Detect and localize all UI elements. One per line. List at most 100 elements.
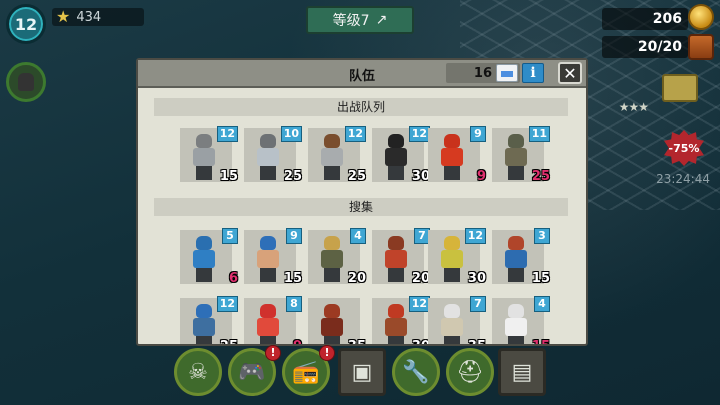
tools-icon: 🔧 — [402, 359, 430, 385]
unit-count: 9 — [293, 339, 302, 344]
unit-card[interactable]: 89 — [244, 296, 302, 344]
unit-count: 35 — [348, 339, 366, 344]
survivor-sprite-icon — [190, 132, 218, 180]
unit-level-badge: 5 — [222, 228, 238, 244]
survivor-sprite-icon — [254, 234, 282, 282]
unit-level-badge: 9 — [470, 126, 486, 142]
unit-count: 15 — [283, 271, 302, 286]
unit-card[interactable]: 7 35 — [428, 296, 486, 344]
xp-bar: ★ 434 — [52, 8, 144, 26]
close-button[interactable]: ✕ — [558, 62, 582, 84]
unit-level-badge: 12 — [216, 126, 238, 142]
survivor-sprite-icon — [254, 302, 282, 344]
unit-count: 30 — [467, 271, 486, 286]
coin-counter: 206 — [602, 8, 688, 30]
unit-card[interactable]: 99 — [428, 126, 486, 184]
unit-count: 15 — [219, 169, 238, 184]
rank-button-label: 等级7 — [332, 13, 370, 29]
unit-count: 25 — [220, 339, 238, 344]
crate-icon: ▤ — [511, 359, 533, 385]
unit-count: 25 — [531, 169, 550, 184]
survivor-sprite-icon — [502, 302, 530, 344]
survivor-sprite-icon — [190, 302, 218, 344]
unit-card[interactable]: 12 30 — [428, 228, 486, 286]
unit-card[interactable]: 11 25 — [492, 126, 550, 184]
squad-count: 16 — [446, 63, 520, 83]
bottom-terminal-button[interactable]: ▣ — [338, 348, 386, 396]
unit-card[interactable]: 12 15 — [180, 126, 238, 184]
unit-level-badge: 12 — [344, 126, 366, 142]
player-avatar[interactable] — [6, 62, 46, 102]
unit-card[interactable]: 4 15 — [492, 296, 550, 344]
survivor-sprite-icon — [318, 234, 346, 282]
unit-card[interactable]: 3 15 — [492, 228, 550, 286]
dialog-header: 队伍 16 i ✕ — [138, 60, 586, 88]
unit-card[interactable]: 12 25 — [308, 126, 366, 184]
survivor-sprite-icon — [190, 234, 218, 282]
unit-card[interactable]: 56 — [180, 228, 238, 286]
info-button[interactable]: i — [522, 63, 544, 83]
unit-level-badge: 9 — [286, 228, 302, 244]
unit-count: 25 — [347, 169, 366, 184]
survivor-sprite-icon — [502, 234, 530, 282]
bottom-tools-button[interactable]: 🔧 — [392, 348, 440, 396]
survivor-sprite-icon — [382, 234, 410, 282]
survivor-sprite-icon — [318, 132, 346, 180]
squad-box-icon — [496, 64, 518, 82]
alert-badge: ! — [319, 345, 335, 361]
unit-count: 9 — [476, 169, 486, 184]
unit-card[interactable]: 1230 — [372, 296, 430, 344]
rank-button[interactable]: 等级7 ↗ — [306, 6, 414, 34]
section-battle-header: 出战队列 — [154, 98, 568, 116]
bottom-toolbar: ☠ 🎮! 📻! ▣ 🔧 ⛑ ▤ — [170, 345, 550, 405]
alert-badge: ! — [265, 345, 281, 361]
squad-count-value: 16 — [473, 65, 492, 81]
survivor-sprite-icon — [318, 302, 346, 344]
unit-level-badge: 11 — [528, 126, 550, 142]
unit-card[interactable]: 12 25 — [180, 296, 238, 344]
bottom-gamepad-button[interactable]: 🎮! — [228, 345, 281, 396]
survivor-sprite-icon — [502, 132, 530, 180]
ammo-icon[interactable] — [688, 34, 714, 60]
squad-dialog: 队伍 16 i ✕ 出战队列 12 15 10 25 12 25 12 30 9 9 11 25 搜集… — [136, 58, 588, 346]
unit-level-badge: 10 — [280, 126, 302, 142]
survivor-sprite-icon — [438, 234, 466, 282]
bottom-skull-emblem-button[interactable]: ☠ — [174, 348, 222, 396]
stars-icon: ★★★ — [618, 100, 649, 114]
soldier-helmet-icon: ⛑ — [456, 359, 484, 385]
bottom-radio-button[interactable]: 📻! — [282, 345, 335, 396]
unit-count: 15 — [531, 271, 550, 286]
unit-level-badge: 4 — [534, 296, 550, 312]
bottom-soldier-helmet-button[interactable]: ⛑ — [446, 348, 494, 396]
coin-icon[interactable] — [688, 4, 714, 30]
avatar-head-icon — [18, 73, 34, 91]
supply-crate-icon[interactable] — [662, 74, 698, 102]
survivor-sprite-icon — [438, 302, 466, 344]
unit-card[interactable]: 4 20 — [308, 228, 366, 286]
unit-level-badge: 12 — [464, 228, 486, 244]
unit-card[interactable]: 7 20 — [372, 228, 430, 286]
unit-level-badge: 12 — [408, 126, 430, 142]
coin-value: 206 — [652, 11, 682, 27]
unit-level-badge: 12 — [216, 296, 238, 312]
ammo-counter: 20/20 — [602, 36, 688, 58]
star-icon: ★ — [56, 7, 71, 26]
unit-level-badge: 8 — [286, 296, 302, 312]
unit-card[interactable]: 1230 — [372, 126, 430, 184]
unit-card[interactable]: 9 15 — [244, 228, 302, 286]
player-level-badge[interactable]: 12 — [6, 4, 46, 44]
survivor-sprite-icon — [382, 132, 410, 180]
unit-count: 20 — [347, 271, 366, 286]
unit-count: 25 — [283, 169, 302, 184]
terminal-icon: ▣ — [351, 359, 373, 385]
unit-level-badge: 12 — [408, 296, 430, 312]
offer-timer: 23:24:44 — [656, 172, 710, 186]
skull-emblem-icon: ☠ — [188, 359, 208, 385]
unit-card[interactable]: 35 — [308, 298, 366, 344]
unit-level-badge: 7 — [470, 296, 486, 312]
unit-count: 35 — [468, 339, 486, 344]
unit-card[interactable]: 10 25 — [244, 126, 302, 184]
survivor-sprite-icon — [438, 132, 466, 180]
gamepad-icon: 🎮 — [238, 359, 266, 385]
bottom-crate-button[interactable]: ▤ — [498, 348, 546, 396]
